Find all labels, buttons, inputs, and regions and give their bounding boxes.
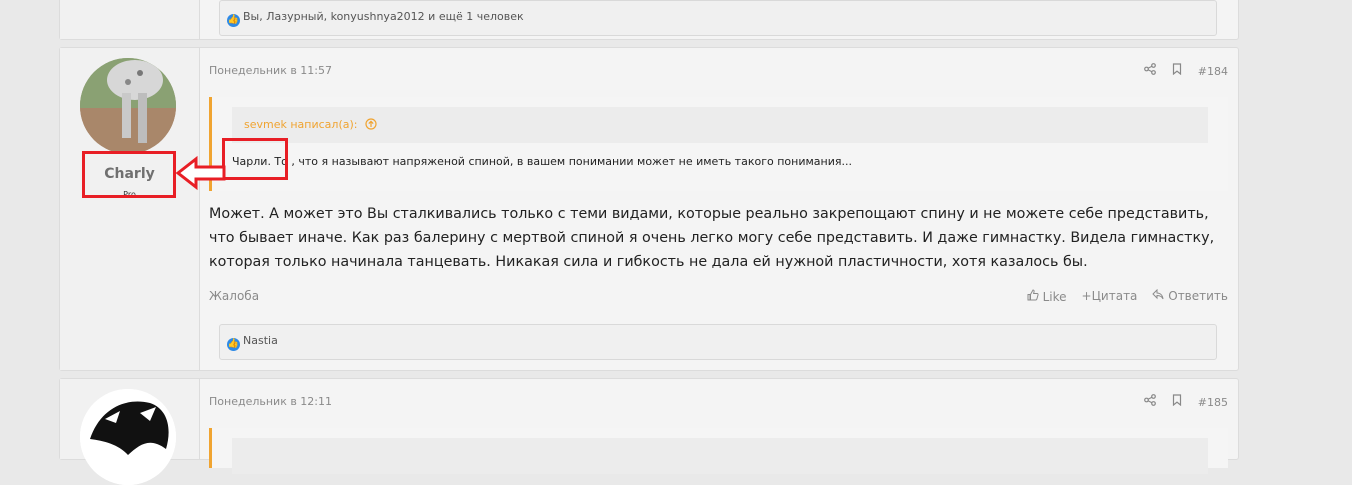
post-actions: Like +Цитата Ответить [1027, 288, 1228, 304]
post-content: 👍 Вы, Лазурный, konyushnya2012 и ещё 1 че… [209, 0, 1228, 39]
quote-block: sevmek написал(а): Чарли. То , что я наз… [209, 97, 1228, 191]
post-184: Charly Pro Понедельник в 11:57 #184 sevm… [59, 47, 1239, 371]
reply-label: Ответить [1168, 289, 1228, 303]
message-body: Может. А может это Вы сталкивались тольк… [209, 206, 1215, 270]
arrow-circle-up-icon[interactable] [365, 118, 377, 133]
reply-button[interactable]: Ответить [1152, 288, 1228, 304]
reactions-summary[interactable]: 👍 Nastia [227, 334, 278, 351]
quote-text: Чарли. То , что я называют напряженой сп… [232, 155, 852, 168]
reactions-text[interactable]: Nastia [243, 334, 278, 347]
thumbs-up-icon [1027, 289, 1043, 304]
quote-header: sevmek написал(а): [232, 107, 1208, 143]
avatar[interactable] [80, 389, 176, 485]
quote-author-text[interactable]: sevmek написал(а): [244, 118, 357, 131]
post-date[interactable]: Понедельник в 12:11 [209, 395, 332, 408]
post-content: Понедельник в 11:57 #184 sevmek написал(… [209, 48, 1228, 370]
reply-arrow-icon [1152, 288, 1168, 303]
post-185: Понедельник в 12:11 #185 [59, 378, 1239, 485]
reactions-text[interactable]: Вы, Лазурный, konyushnya2012 и ещё 1 чел… [243, 10, 524, 23]
quote-author-link[interactable]: sevmek написал(а): [244, 118, 377, 133]
report-link[interactable]: Жалоба [209, 289, 259, 303]
post-meta-actions: #185 [1143, 394, 1228, 410]
plus-icon: + [1081, 289, 1092, 303]
annotation-box-quote-name [222, 138, 288, 180]
reactions-bar[interactable]: 👍 Nastia [219, 324, 1217, 360]
avatar[interactable] [80, 58, 176, 154]
share-icon[interactable] [1143, 63, 1156, 79]
post-date[interactable]: Понедельник в 11:57 [209, 64, 332, 77]
annotation-arrow-icon [176, 155, 226, 191]
bookmark-icon[interactable] [1172, 63, 1182, 79]
quote-block [209, 428, 1228, 474]
quote-button[interactable]: +Цитата [1082, 289, 1138, 304]
like-label: Like [1042, 290, 1067, 304]
bookmark-icon[interactable] [1172, 394, 1182, 410]
user-column [60, 0, 200, 39]
post-previous: 👍 Вы, Лазурный, konyushnya2012 и ещё 1 че… [59, 0, 1239, 40]
reactions-summary[interactable]: 👍 Вы, Лазурный, konyushnya2012 и ещё 1 че… [227, 10, 524, 27]
annotation-box-username [82, 151, 176, 198]
post-number[interactable]: #185 [1198, 396, 1228, 409]
post-content: Понедельник в 12:11 #185 [209, 379, 1228, 474]
like-reaction-icon: 👍 [227, 14, 240, 27]
like-button[interactable]: Like [1027, 289, 1067, 304]
like-reaction-icon: 👍 [227, 338, 240, 351]
post-number[interactable]: #184 [1198, 65, 1228, 78]
quote-label: Цитата [1091, 289, 1138, 303]
reactions-bar[interactable]: 👍 Вы, Лазурный, konyushnya2012 и ещё 1 че… [219, 0, 1217, 36]
user-column [60, 379, 200, 485]
user-column: Charly Pro [60, 48, 200, 370]
share-icon[interactable] [1143, 394, 1156, 410]
post-meta-actions: #184 [1143, 63, 1228, 79]
quote-header [232, 438, 1208, 474]
